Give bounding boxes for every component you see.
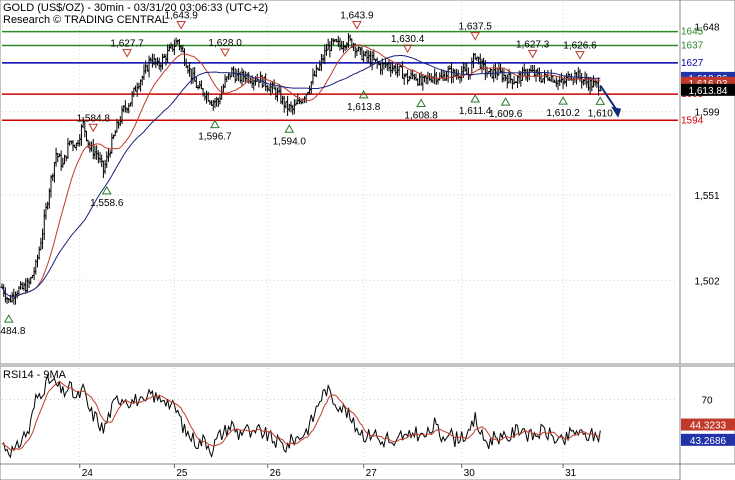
rsi-tag-label: 43.2686 bbox=[690, 436, 727, 447]
price-tick-label: 1,502 bbox=[694, 276, 719, 287]
price-tick-label: 1,551 bbox=[694, 191, 719, 202]
high-label: 1,627.7 bbox=[110, 39, 144, 50]
low-label: 1,613.8 bbox=[347, 102, 381, 113]
gold-chart: 1,484.8 1,558.6 1,584.8 1,627.7 1,643.9 1,628… bbox=[0, 0, 735, 480]
price-tag-label: 1,613.84 bbox=[689, 86, 728, 97]
level-label: 1645 bbox=[681, 27, 704, 38]
low-label: 1,609.6 bbox=[489, 109, 523, 120]
high-label: 1,584.8 bbox=[77, 113, 111, 124]
rsi-tick-label: 70 bbox=[701, 395, 713, 406]
low-label: 1,594.0 bbox=[273, 136, 307, 147]
day-label: 25 bbox=[176, 468, 188, 479]
low-label: 1,558.6 bbox=[90, 198, 124, 209]
high-label: 1,626.6 bbox=[563, 41, 597, 52]
high-label: 1,637.5 bbox=[459, 22, 493, 33]
day-label: 27 bbox=[366, 468, 378, 479]
day-label: 30 bbox=[464, 468, 476, 479]
rsi-axis-frame bbox=[679, 365, 735, 465]
low-label: 1,484.8 bbox=[0, 326, 26, 337]
chart-source: Research © TRADING CENTRAL bbox=[3, 14, 168, 26]
low-label: 1,596.7 bbox=[198, 132, 232, 143]
high-label: 1,627.3 bbox=[516, 39, 550, 50]
chart-title: GOLD (US$/OZ) - 30min - 03/31/20 03:06:3… bbox=[3, 2, 268, 14]
rsi-tag-label: 44.3233 bbox=[690, 421, 727, 432]
rsi-panel-frame bbox=[0, 365, 681, 465]
low-label: 1,610.2 bbox=[546, 108, 580, 119]
level-label: 1627 bbox=[681, 58, 704, 69]
level-label: 1637 bbox=[681, 40, 704, 51]
day-label: 24 bbox=[82, 468, 94, 479]
low-label: 1,608.8 bbox=[404, 111, 438, 122]
level-label: 1594 bbox=[681, 115, 704, 126]
time-axis-frame bbox=[0, 463, 681, 480]
low-label: 1,611.4 bbox=[459, 106, 492, 117]
high-label: 1,643.9 bbox=[340, 10, 374, 21]
day-label: 26 bbox=[270, 468, 282, 479]
rsi-title: RSI14 - 9MA bbox=[3, 369, 67, 381]
price-axis-frame bbox=[679, 0, 735, 365]
high-label: 1,628.0 bbox=[208, 38, 242, 49]
day-label: 31 bbox=[565, 468, 577, 479]
high-label: 1,630.4 bbox=[391, 34, 425, 45]
low-label: 1,610 bbox=[588, 108, 613, 119]
